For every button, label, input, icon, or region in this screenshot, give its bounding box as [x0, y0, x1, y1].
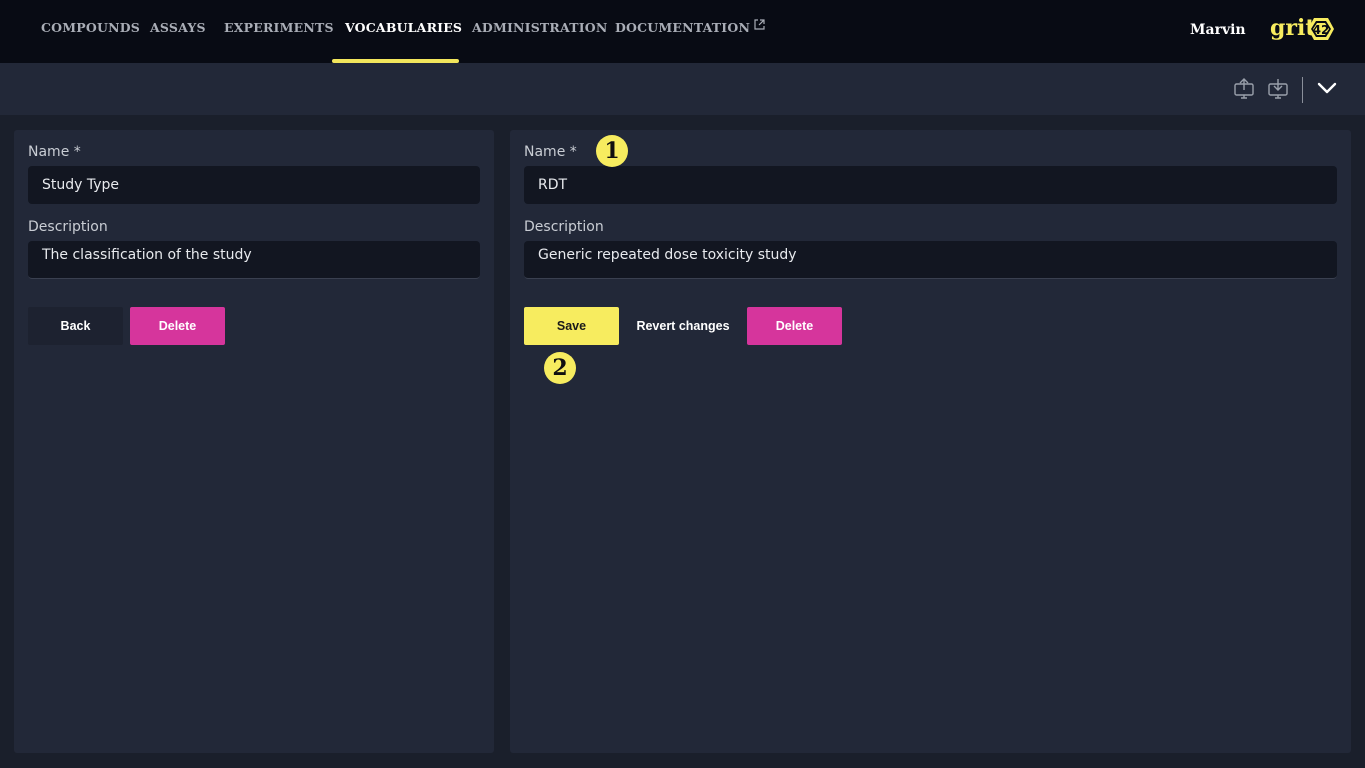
- toolbar-divider: [1302, 77, 1303, 103]
- nav-assays[interactable]: ASSAYS: [150, 0, 206, 63]
- nav-vocabularies[interactable]: VOCABULARIES: [345, 0, 462, 63]
- grit42-logo: grit 42: [1270, 14, 1336, 44]
- external-link-icon: [754, 19, 765, 30]
- annotation-badge-1: 1: [596, 135, 628, 167]
- vocabulary-description-textarea[interactable]: The classification of the study: [28, 241, 480, 279]
- svg-text:42: 42: [1313, 23, 1330, 37]
- delete-item-button[interactable]: Delete: [747, 307, 842, 345]
- vocabulary-name-input[interactable]: Study Type: [28, 166, 480, 204]
- back-button[interactable]: Back: [28, 307, 123, 345]
- vocabulary-panel: Name * Study Type Description The classi…: [14, 130, 494, 753]
- nav-administration[interactable]: ADMINISTRATION: [472, 0, 608, 63]
- vocabulary-name-label: Name *: [28, 144, 81, 160]
- save-button[interactable]: Save: [524, 307, 619, 345]
- annotation-badge-2: 2: [544, 352, 576, 384]
- chevron-down-icon[interactable]: [1315, 76, 1339, 100]
- action-toolbar: [0, 63, 1365, 115]
- revert-changes-button[interactable]: Revert changes: [621, 307, 745, 345]
- nav-experiments[interactable]: EXPERIMENTS: [224, 0, 334, 63]
- nav-documentation[interactable]: DOCUMENTATION: [615, 0, 765, 63]
- user-menu[interactable]: Marvin: [1190, 22, 1246, 38]
- nav-documentation-label: DOCUMENTATION: [615, 20, 751, 35]
- delete-vocabulary-button[interactable]: Delete: [130, 307, 225, 345]
- vocabulary-item-panel: Name * RDT Description Generic repeated …: [510, 130, 1351, 753]
- top-navigation: COMPOUNDS ASSAYS EXPERIMENTS VOCABULARIE…: [0, 0, 1365, 63]
- item-name-input[interactable]: RDT: [524, 166, 1337, 204]
- download-icon[interactable]: [1266, 76, 1290, 100]
- item-description-textarea[interactable]: Generic repeated dose toxicity study: [524, 241, 1337, 279]
- item-name-label: Name *: [524, 144, 577, 160]
- vocabulary-description-label: Description: [28, 219, 108, 235]
- upload-icon[interactable]: [1232, 76, 1256, 100]
- nav-compounds[interactable]: COMPOUNDS: [41, 0, 140, 63]
- item-description-label: Description: [524, 219, 604, 235]
